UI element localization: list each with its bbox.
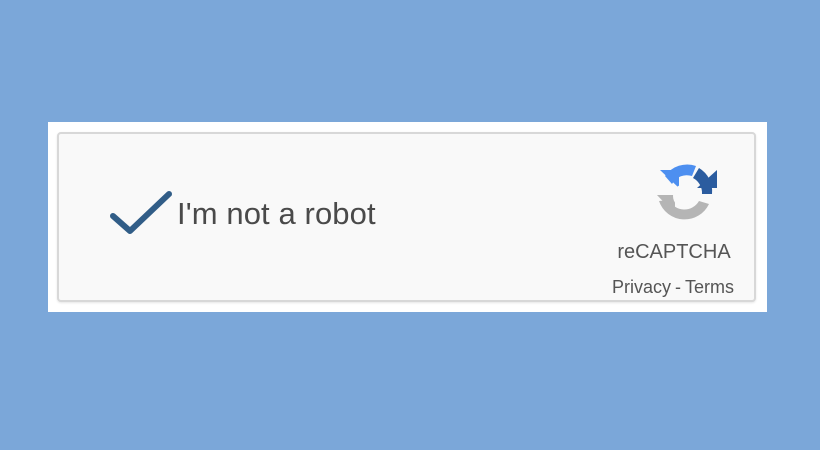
- recaptcha-logo-icon: [657, 164, 717, 220]
- captcha-card: I'm not a robot reCAPTCHA Privacy - Term…: [48, 122, 767, 312]
- recaptcha-brand-text: reCAPTCHA: [617, 241, 731, 263]
- not-a-robot-label: I'm not a robot: [177, 196, 376, 231]
- captcha-page: I'm not a robot reCAPTCHA Privacy - Term…: [0, 0, 820, 450]
- links-separator: -: [675, 277, 681, 297]
- checkmark-icon: [110, 191, 172, 234]
- legal-links: Privacy - Terms: [588, 277, 758, 297]
- recaptcha-widget: I'm not a robot reCAPTCHA Privacy - Term…: [57, 132, 756, 302]
- not-a-robot-checkbox[interactable]: I'm not a robot: [59, 134, 549, 300]
- recaptcha-branding: reCAPTCHA Privacy - Terms: [574, 134, 754, 300]
- terms-link[interactable]: Terms: [685, 277, 734, 297]
- privacy-link[interactable]: Privacy: [612, 277, 671, 297]
